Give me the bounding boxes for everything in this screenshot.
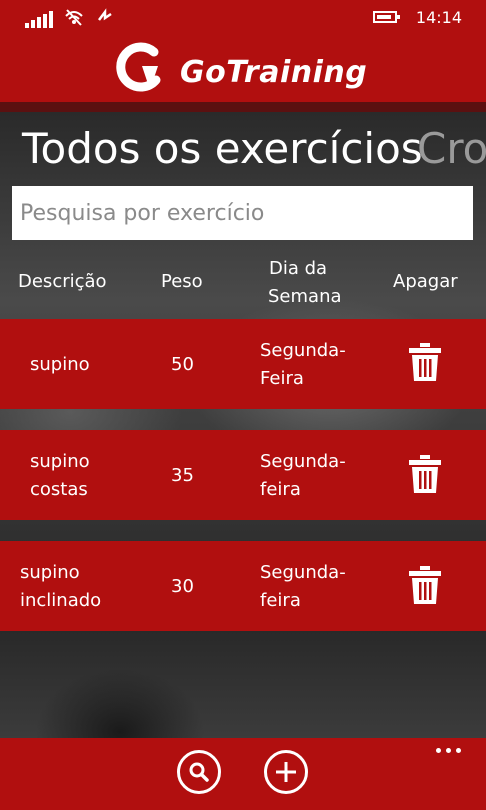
header-divider (0, 102, 486, 112)
gotraining-logo-icon (116, 42, 161, 92)
row-weight: 35 (171, 465, 194, 486)
add-icon (276, 762, 296, 782)
pivot-title-next[interactable]: Cro (417, 124, 486, 173)
column-header-delete: Apagar (393, 271, 458, 292)
trash-icon[interactable] (409, 455, 441, 493)
row-day-line2: feira (260, 479, 301, 500)
row-day-line1: Segunda- (260, 562, 346, 583)
row-description-line2: costas (30, 479, 88, 500)
row-weight: 30 (171, 576, 194, 597)
table-row[interactable]: supino inclinado 30 Segunda- feira (0, 541, 486, 631)
add-button[interactable] (264, 750, 308, 794)
row-description-line1: supino (30, 451, 90, 472)
search-icon (189, 762, 209, 782)
table-row[interactable]: supino 50 Segunda- Feira (0, 319, 486, 409)
trash-icon[interactable] (409, 343, 441, 381)
app-bar (0, 738, 486, 810)
brand-name: GoTraining (180, 55, 368, 90)
column-header-description: Descrição (18, 271, 107, 292)
more-icon[interactable] (434, 745, 464, 755)
column-header-day-line2: Semana (268, 286, 342, 307)
search-input[interactable] (12, 186, 473, 240)
row-day-line2: Feira (260, 368, 304, 389)
column-header-day-line1: Dia da (269, 258, 328, 279)
data-sync-icon (98, 8, 112, 21)
trash-icon[interactable] (409, 566, 441, 604)
row-description-line2: inclinado (20, 590, 102, 611)
status-bar: 14:14 (0, 0, 486, 36)
row-day-line2: feira (260, 590, 301, 611)
column-header-weight: Peso (161, 271, 203, 292)
pivot-title-all-exercises[interactable]: Todos os exercícios (22, 124, 423, 173)
clock: 14:14 (415, 8, 462, 27)
row-description-line1: supino (20, 562, 80, 583)
signal-icon (25, 8, 55, 28)
row-day-line1: Segunda- (260, 340, 346, 361)
search-button[interactable] (177, 750, 221, 794)
battery-charging-icon (373, 11, 400, 23)
table-row[interactable]: supino costas 35 Segunda- feira (0, 430, 486, 520)
wifi-icon (65, 9, 83, 26)
row-weight: 50 (171, 354, 194, 375)
row-day-line1: Segunda- (260, 451, 346, 472)
row-description: supino (30, 354, 90, 375)
